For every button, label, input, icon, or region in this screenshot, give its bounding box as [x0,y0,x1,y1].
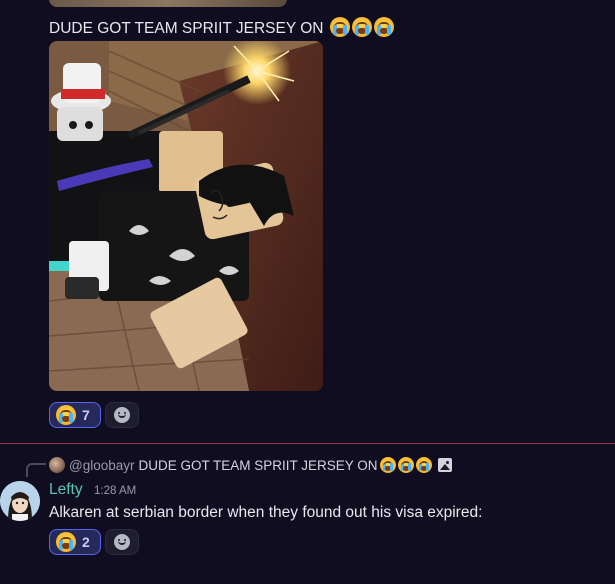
crying-face-emoji [415,457,432,473]
avatar[interactable] [0,481,40,521]
reaction-count: 2 [82,534,90,550]
add-reaction-icon [114,534,130,550]
add-reaction-button[interactable] [105,529,139,555]
crying-face-emoji [373,17,394,37]
crying-face-emoji [56,532,76,552]
crying-face-emoji [56,405,76,425]
timestamp[interactable]: 1:28 AM [94,485,136,497]
chat-view: DUDE GOT TEAM SPRIIT JERSEY ON 7 @glooba… [0,0,615,584]
reaction-bar: 2 [49,529,139,555]
previous-image-attachment[interactable] [49,0,287,7]
reply-username[interactable]: @gloobayr [69,458,135,473]
reply-avatar [49,457,65,473]
reaction-crying-face[interactable]: 2 [49,529,101,555]
avatar-image [0,481,40,521]
message-text-content: DUDE GOT TEAM SPRIIT JERSEY ON [49,20,324,37]
new-messages-divider [0,443,615,444]
add-reaction-icon [114,407,130,423]
image-attachment[interactable] [49,41,323,391]
crying-face-emoji [329,17,350,37]
message-text: Alkaren at serbian border when they foun… [49,504,483,521]
reply-text: DUDE GOT TEAM SPRIIT JERSEY ON [138,457,378,473]
reply-preview[interactable]: @gloobayr DUDE GOT TEAM SPRIIT JERSEY ON [49,456,452,474]
crying-face-emoji [397,457,414,473]
reaction-count: 7 [82,407,90,423]
reply-connector [26,463,46,477]
add-reaction-button[interactable] [105,402,139,428]
message-text: DUDE GOT TEAM SPRIIT JERSEY ON [49,17,394,39]
roblox-screenshot-image [49,41,323,391]
author-name[interactable]: Lefty [49,481,83,499]
image-icon [437,458,452,472]
reaction-bar: 7 [49,402,139,428]
crying-face-emoji [379,457,396,473]
reaction-crying-face[interactable]: 7 [49,402,101,428]
crying-face-emoji [351,17,372,37]
